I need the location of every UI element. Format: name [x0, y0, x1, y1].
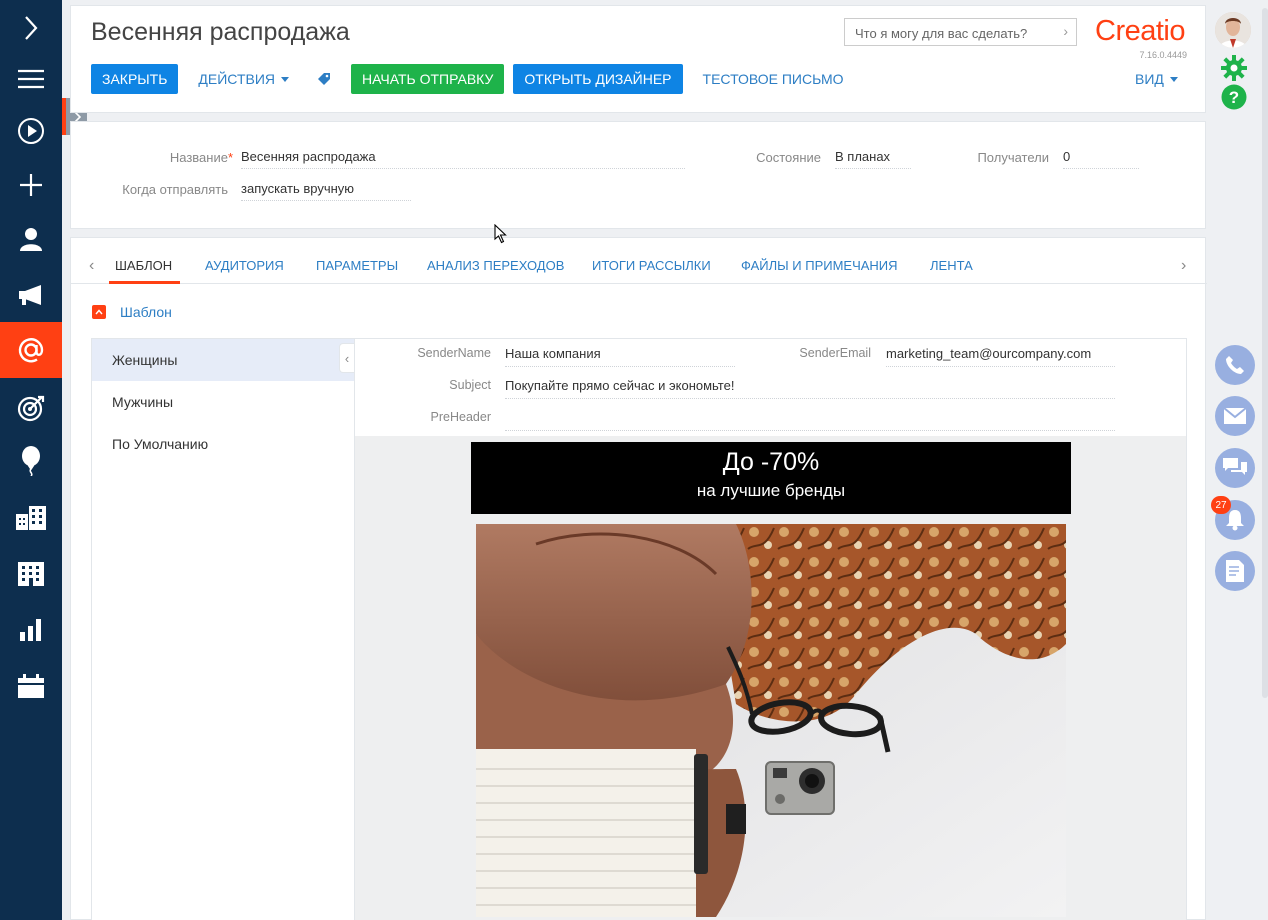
- hamburger-menu-icon[interactable]: [0, 51, 62, 107]
- banner-subheadline: на лучшие бренды: [696, 481, 846, 500]
- recipients-field[interactable]: 0: [1063, 149, 1139, 169]
- tab-mailing-results[interactable]: ИТОГИ РАССЫЛКИ: [592, 258, 711, 273]
- help-question-icon[interactable]: ?: [1221, 84, 1247, 115]
- state-label: Состояние: [756, 150, 821, 165]
- page-scrollbar[interactable]: [1262, 8, 1268, 698]
- mouse-cursor-icon: [494, 223, 508, 249]
- state-field[interactable]: В планах: [835, 149, 911, 169]
- chevron-right-icon[interactable]: ›: [1063, 23, 1068, 39]
- campaigns-megaphone-icon[interactable]: [0, 267, 62, 323]
- recipients-label: Получатели: [977, 150, 1049, 165]
- template-variants-list: Женщины Мужчины По Умолчанию: [91, 338, 354, 920]
- record-details: Название* Весенняя распродажа Когда отпр…: [70, 121, 1206, 229]
- tab-feed[interactable]: ЛЕНТА: [930, 258, 973, 273]
- email-hero-image: [476, 524, 1066, 917]
- variant-women[interactable]: Женщины: [92, 339, 354, 381]
- events-balloon-icon[interactable]: [0, 433, 62, 489]
- creatio-logo: Creatio: [1095, 15, 1186, 47]
- contacts-person-icon[interactable]: [0, 211, 62, 267]
- variant-men[interactable]: Мужчины: [92, 381, 354, 423]
- leads-target-icon[interactable]: [0, 380, 62, 436]
- tabs-scroll-left-icon[interactable]: ‹: [89, 257, 94, 275]
- version-label: 7.16.0.4449: [1139, 50, 1187, 60]
- section-title: Шаблон: [120, 304, 172, 320]
- settings-gear-icon[interactable]: [1221, 55, 1247, 86]
- preheader-label: PreHeader: [430, 410, 491, 424]
- communication-panel: ? 27: [1207, 0, 1268, 920]
- avatar[interactable]: [1215, 12, 1251, 48]
- page-header: Весенняя распродажа Что я могу для вас с…: [70, 5, 1206, 113]
- template-section-header[interactable]: Шаблон: [92, 304, 172, 320]
- required-mark: *: [227, 150, 233, 165]
- tab-parameters[interactable]: ПАРАМЕТРЫ: [316, 258, 398, 273]
- close-button[interactable]: ЗАКРЫТЬ: [91, 64, 179, 94]
- template-editor: SenderName Наша компания SenderEmail mar…: [354, 338, 1187, 920]
- tag-icon[interactable]: [309, 64, 339, 94]
- expand-menu-icon[interactable]: [0, 0, 62, 56]
- main-content: ‹ ШАБЛОН АУДИТОРИЯ ПАРАМЕТРЫ АНАЛИЗ ПЕРЕ…: [70, 237, 1207, 920]
- command-search-placeholder: Что я могу для вас сделать?: [855, 26, 1028, 41]
- sender-email-label: SenderEmail: [799, 346, 871, 360]
- chat-bubbles-icon[interactable]: [1215, 448, 1255, 488]
- when-field[interactable]: запускать вручную: [241, 181, 411, 201]
- tab-template[interactable]: ШАБЛОН: [115, 258, 172, 273]
- tabs-scroll-right-icon[interactable]: ›: [1181, 257, 1186, 275]
- when-label: Когда отправлять: [122, 182, 228, 197]
- name-label-text: Название: [169, 150, 228, 165]
- svg-text:?: ?: [1229, 88, 1239, 107]
- active-tab-indicator: [109, 281, 180, 284]
- tab-click-analysis[interactable]: АНАЛИЗ ПЕРЕХОДОВ: [427, 258, 564, 273]
- email-at-icon[interactable]: [0, 322, 62, 378]
- name-field[interactable]: Весенняя распродажа: [241, 149, 685, 169]
- collapse-icon[interactable]: [92, 305, 106, 319]
- email-meta-fields: SenderName Наша компания SenderEmail mar…: [355, 339, 1186, 436]
- start-sending-button[interactable]: НАЧАТЬ ОТПРАВКУ: [351, 64, 505, 94]
- toolbar: ЗАКРЫТЬ ДЕЙСТВИЯ НАЧАТЬ ОТПРАВКУ ОТКРЫТЬ…: [91, 64, 864, 94]
- add-plus-icon[interactable]: [0, 157, 62, 213]
- actions-label: ДЕЙСТВИЯ: [198, 71, 276, 87]
- tab-audience[interactable]: АУДИТОРИЯ: [205, 258, 284, 273]
- test-email-button[interactable]: ТЕСТОВОЕ ПИСЬМО: [692, 64, 855, 94]
- email-banner: До -70% на лучшие бренды: [471, 442, 1071, 514]
- banner-headline: До -70%: [722, 448, 820, 476]
- process-play-icon[interactable]: [0, 103, 62, 159]
- command-search-input[interactable]: Что я могу для вас сделать? ›: [844, 18, 1077, 46]
- subject-label: Subject: [449, 378, 491, 392]
- open-designer-button[interactable]: ОТКРЫТЬ ДИЗАЙНЕР: [513, 64, 683, 94]
- calendar-icon[interactable]: [0, 658, 62, 714]
- phone-icon[interactable]: [1215, 345, 1255, 385]
- sender-name-label: SenderName: [417, 346, 491, 360]
- tab-files-notes[interactable]: ФАЙЛЫ И ПРИМЕЧАНИЯ: [741, 258, 898, 273]
- view-label: ВИД: [1135, 71, 1164, 87]
- name-label: Название*: [111, 150, 233, 165]
- view-dropdown-button[interactable]: ВИД: [1135, 64, 1178, 94]
- companies-building-icon[interactable]: [0, 546, 62, 602]
- email-envelope-icon[interactable]: [1215, 396, 1255, 436]
- sender-email-field[interactable]: marketing_team@ourcompany.com: [886, 346, 1115, 367]
- variant-default[interactable]: По Умолчанию: [92, 423, 354, 465]
- caret-down-icon: [281, 76, 290, 82]
- dashboards-chart-icon[interactable]: [0, 602, 62, 658]
- notification-count-badge: 27: [1211, 496, 1231, 514]
- left-navigation: [0, 0, 62, 920]
- collapse-variants-icon[interactable]: ‹: [339, 343, 354, 373]
- actions-dropdown-button[interactable]: ДЕЙСТВИЯ: [187, 64, 300, 94]
- tabs-bar: ‹ ШАБЛОН АУДИТОРИЯ ПАРАМЕТРЫ АНАЛИЗ ПЕРЕ…: [71, 238, 1207, 284]
- preheader-field[interactable]: [505, 410, 1115, 431]
- subject-field[interactable]: Покупайте прямо сейчас и экономьте!: [505, 378, 1115, 399]
- caret-down-icon: [1169, 76, 1178, 82]
- document-icon[interactable]: [1215, 551, 1255, 591]
- accounts-buildings-icon[interactable]: [0, 490, 62, 546]
- sender-name-field[interactable]: Наша компания: [505, 346, 735, 367]
- page-title: Весенняя распродажа: [91, 18, 350, 46]
